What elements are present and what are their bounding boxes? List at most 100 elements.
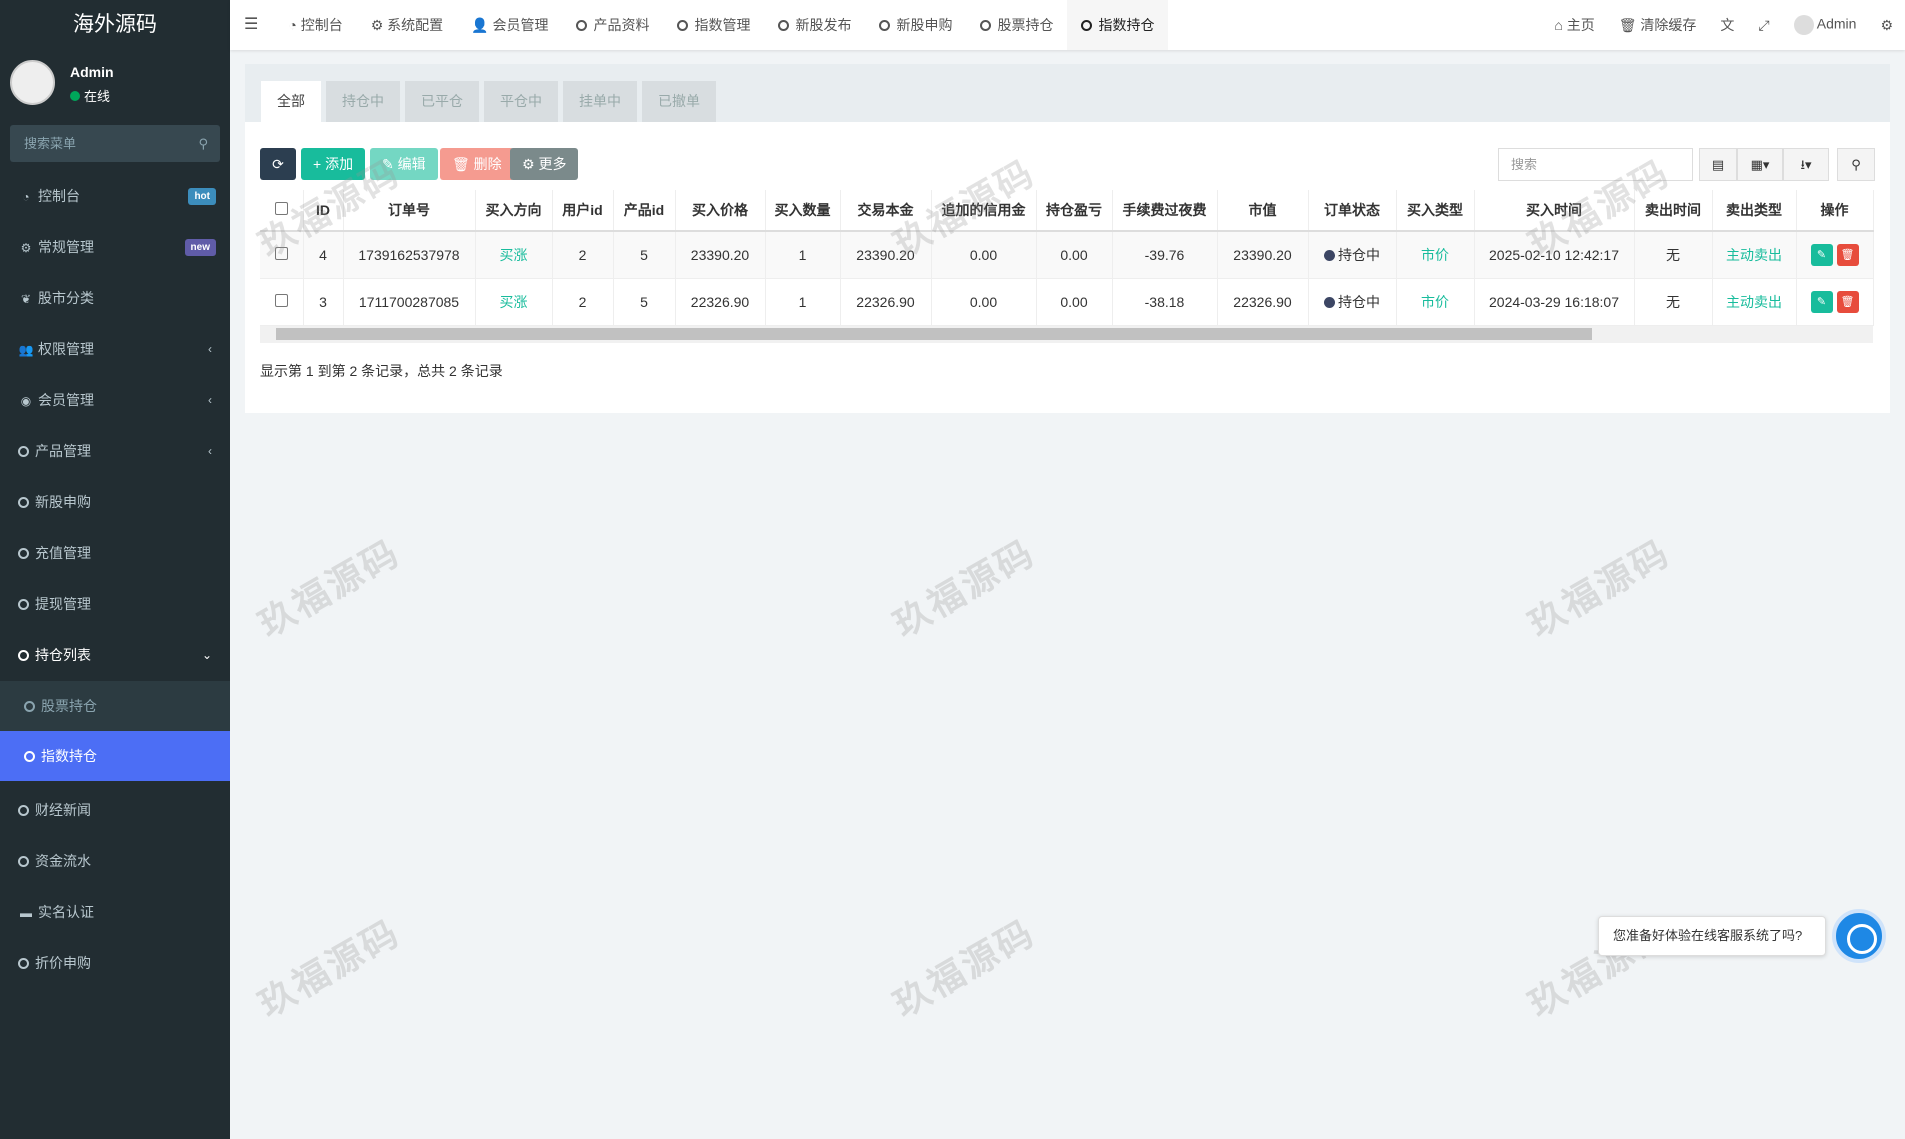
cell-type: 市价 — [1396, 231, 1475, 279]
column-header[interactable]: 产品id — [613, 190, 676, 232]
label: 指数管理 — [694, 17, 751, 33]
sidebar-item-products[interactable]: 产品管理 ‹ — [0, 426, 230, 477]
sidebar-item-ipo[interactable]: 新股申购 — [0, 477, 230, 528]
add-button[interactable]: + 添加 — [301, 148, 366, 180]
cell-dir: 买涨 — [475, 231, 553, 279]
search-icon[interactable]: ⚲ — [1837, 148, 1875, 181]
column-header[interactable]: 交易本金 — [840, 190, 932, 232]
column-header[interactable]: 追加的信用金 — [931, 190, 1037, 232]
filter-tab-pending[interactable]: 挂单中 — [563, 81, 637, 122]
user-panel: Admin 在线 — [0, 50, 230, 122]
tab-dashboard[interactable]: ◔ 控制台 — [274, 0, 356, 50]
cell-text: 3 — [319, 293, 327, 310]
home-link[interactable]: ⌂ 主页 — [1542, 15, 1606, 35]
sidebar-item-stock-positions[interactable]: 股票持仓 — [0, 681, 230, 731]
filter-tab-cancelled[interactable]: 已撤单 — [642, 81, 716, 122]
column-header[interactable]: 卖出类型 — [1712, 190, 1797, 232]
delete-row-button[interactable]: 🗑 — [1836, 243, 1859, 266]
sidebar-item-recharge[interactable]: 充值管理 — [0, 528, 230, 579]
tab-members[interactable]: 👤 会员管理 — [457, 0, 562, 50]
sidebar-item-withdraw[interactable]: 提现管理 — [0, 579, 230, 630]
fullscreen-icon[interactable]: ⤢ — [1746, 17, 1781, 34]
sidebar-item-dashboard[interactable]: ◔ 控制台 hot — [0, 171, 230, 222]
column-header[interactable]: 操作 — [1796, 190, 1874, 232]
table-row[interactable]: 3 1711700287085 买涨 2 5 22326.90 1 22326.90 0.00 0… — [260, 278, 1874, 326]
translate-icon[interactable]: 文 — [1708, 15, 1746, 35]
user-name: Admin — [70, 64, 114, 80]
edit-button[interactable]: ✎ 编辑 — [370, 148, 438, 180]
sidebar-item-members[interactable]: ◉ 会员管理 ‹ — [0, 375, 230, 426]
brand-logo[interactable]: 海外源码 — [0, 0, 230, 50]
cell-text: 0.00 — [969, 293, 998, 310]
column-header[interactable]: 手续费过夜费 — [1112, 190, 1218, 232]
column-header[interactable]: 订单号 — [343, 190, 476, 232]
header-right: ⌂ 主页 🗑 清除缓存 文 ⤢ Admin ⚙ — [1542, 0, 1905, 50]
tab-index-positions[interactable]: 指数持仓 — [1067, 0, 1169, 50]
sidebar-item-general[interactable]: ⚙ 常规管理 new — [0, 222, 230, 273]
sidebar-item-positions[interactable]: 持仓列表 ⌄ — [0, 630, 230, 681]
dashboard-icon: ◔ — [22, 190, 30, 204]
more-button[interactable]: ⚙ 更多 — [510, 148, 579, 180]
column-header[interactable]: 订单状态 — [1308, 190, 1397, 232]
table-row[interactable]: 4 1739162537978 买涨 2 5 23390.20 1 23390.20 0.00 0… — [260, 231, 1874, 279]
sidebar-item-discount-ipo[interactable]: 折价申购 — [0, 938, 230, 989]
tab-stock-positions[interactable]: 股票持仓 — [966, 0, 1067, 50]
column-header[interactable]: ID — [303, 190, 344, 232]
column-header[interactable]: 买入时间 — [1474, 190, 1635, 232]
clear-cache-button[interactable]: 🗑 清除缓存 — [1607, 15, 1709, 35]
cell-uid: 2 — [552, 231, 614, 279]
user-circle-icon: ◉ — [20, 394, 32, 408]
chevron-left-icon: ‹ — [208, 444, 212, 458]
columns-dropdown-icon[interactable]: ▦▾ — [1737, 148, 1783, 181]
tab-products[interactable]: 产品资料 — [562, 0, 663, 50]
column-header[interactable]: 市值 — [1217, 190, 1309, 232]
tab-system-config[interactable]: ⚙ 系统配置 — [357, 0, 457, 50]
filter-tab-closed[interactable]: 已平仓 — [405, 81, 479, 122]
tab-index-manage[interactable]: 指数管理 — [663, 0, 764, 50]
sidebar-item-verification[interactable]: ▬ 实名认证 — [0, 887, 230, 938]
chat-bubble-icon[interactable] — [1832, 909, 1886, 963]
table-search-input[interactable]: 搜索 — [1498, 148, 1693, 181]
column-header[interactable]: 用户id — [552, 190, 614, 232]
sidebar-item-fund-flow[interactable]: 资金流水 — [0, 836, 230, 887]
menu-toggle-icon[interactable]: ☰ — [230, 0, 274, 50]
column-header[interactable]: 卖出时间 — [1634, 190, 1713, 232]
edit-row-button[interactable]: ✎ — [1810, 290, 1833, 313]
menu-search-input[interactable]: 搜索菜单 ⚲ — [10, 125, 220, 162]
row-checkbox[interactable] — [260, 231, 304, 279]
sidebar-item-index-positions[interactable]: 指数持仓 — [0, 731, 230, 781]
horizontal-scrollbar[interactable] — [260, 326, 1873, 343]
delete-button[interactable]: 🗑 删除 — [440, 148, 514, 180]
filter-tab-closing[interactable]: 平仓中 — [484, 81, 558, 122]
column-header[interactable]: 买入方向 — [475, 190, 553, 232]
sidebar-item-permissions[interactable]: 👥 权限管理 ‹ — [0, 324, 230, 375]
refresh-button[interactable]: ⟳ — [260, 148, 296, 180]
label: 会员管理 — [38, 392, 94, 408]
cell-fee: -38.18 — [1112, 278, 1218, 326]
column-header[interactable]: 买入数量 — [765, 190, 841, 232]
scrollbar-thumb[interactable] — [276, 328, 1592, 340]
chat-prompt[interactable]: 您准备好体验在线客服系统了吗? — [1598, 916, 1826, 956]
edit-row-button[interactable]: ✎ — [1810, 243, 1833, 266]
sidebar-item-news[interactable]: 财经新闻 — [0, 785, 230, 836]
tab-ipo-publish[interactable]: 新股发布 — [764, 0, 865, 50]
watermark: 玖福源码 — [1521, 531, 1678, 645]
label: 指数持仓 — [1098, 17, 1155, 33]
select-all-checkbox[interactable] — [260, 190, 304, 232]
tab-ipo-subscribe[interactable]: 新股申购 — [865, 0, 966, 50]
sidebar-item-market-category[interactable]: ❦ 股市分类 — [0, 273, 230, 324]
export-dropdown-icon[interactable]: ⭳▾ — [1783, 148, 1829, 181]
cell-principal: 22326.90 — [840, 278, 932, 326]
row-checkbox[interactable] — [260, 278, 304, 326]
column-header[interactable]: 买入类型 — [1396, 190, 1475, 232]
admin-menu[interactable]: Admin — [1782, 15, 1869, 35]
column-header[interactable]: 持仓盈亏 — [1036, 190, 1113, 232]
search-icon: ⚲ — [198, 136, 208, 151]
users-icon: 👥 — [18, 343, 34, 357]
toggle-view-icon[interactable]: ▤ — [1699, 148, 1737, 181]
column-header[interactable]: 买入价格 — [675, 190, 766, 232]
filter-tab-holding[interactable]: 持仓中 — [326, 81, 400, 122]
delete-row-button[interactable]: 🗑 — [1836, 290, 1859, 313]
settings-icon[interactable]: ⚙ — [1868, 17, 1905, 34]
filter-tab-all[interactable]: 全部 — [261, 81, 321, 122]
